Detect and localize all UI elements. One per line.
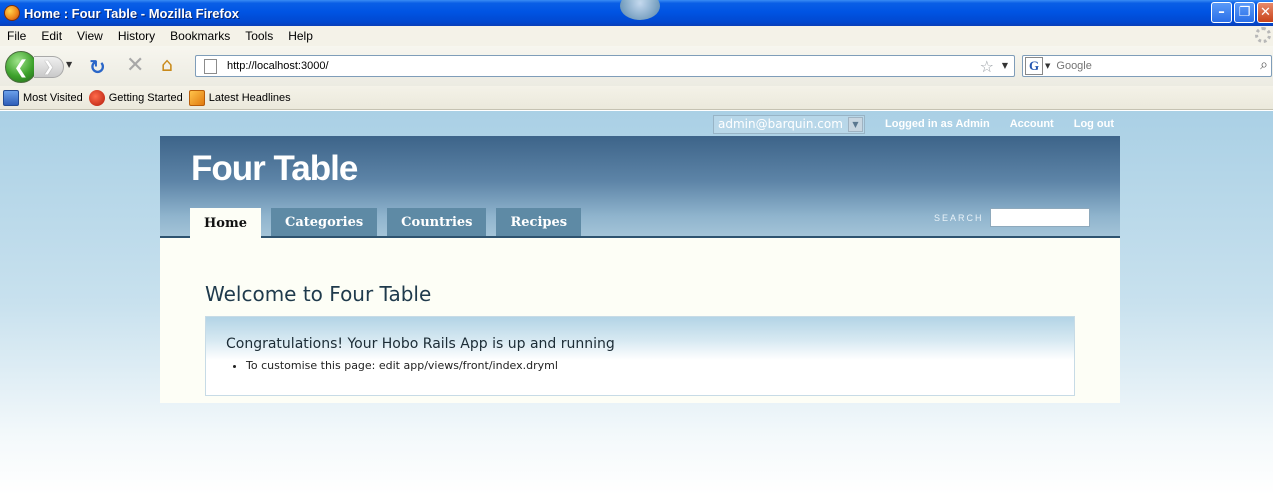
menu-bookmarks[interactable]: Bookmarks [163, 29, 238, 43]
browser-search-bar: G ▼ ⌕ [1022, 55, 1272, 77]
menu-view[interactable]: View [70, 29, 111, 43]
menu-tools[interactable]: Tools [238, 29, 281, 43]
url-dropdown-icon[interactable]: ▼ [1002, 61, 1008, 70]
window-title: Home : Four Table - Mozilla Firefox [24, 5, 239, 21]
close-button[interactable]: ✕ [1257, 2, 1273, 23]
welcome-panel: Congratulations! Your Hobo Rails App is … [205, 316, 1075, 396]
glass-orb-decoration [620, 0, 660, 20]
engine-dropdown-icon[interactable]: ▼ [1045, 62, 1050, 70]
rss-feed-icon [188, 89, 205, 106]
firefox-icon [4, 5, 20, 21]
url-text[interactable]: http://localhost:3000/ [227, 60, 329, 72]
home-icon[interactable]: ⌂ [161, 54, 173, 76]
logout-link[interactable]: Log out [1074, 118, 1114, 130]
getting-started-icon [88, 89, 105, 106]
bookmarks-toolbar: Most Visited Getting Started Latest Head… [0, 86, 1273, 110]
main-content: Welcome to Four Table Congratulations! Y… [160, 238, 1120, 403]
bookmark-label: Most Visited [23, 91, 83, 104]
user-select[interactable]: admin@barquin.com ▼ [713, 114, 865, 134]
select-arrow-icon[interactable]: ▼ [848, 116, 863, 132]
site-search-input[interactable] [990, 208, 1090, 227]
tab-categories[interactable]: Categories [270, 208, 378, 236]
site-search-label: SEARCH [934, 213, 984, 223]
throbber-icon [1255, 27, 1271, 43]
bookmark-label: Getting Started [108, 91, 183, 104]
history-dropdown-icon[interactable]: ▼ [66, 60, 72, 69]
tab-recipes[interactable]: Recipes [496, 208, 582, 236]
panel-list: To customise this page: edit app/views/f… [246, 359, 558, 372]
page-title: Welcome to Four Table [205, 282, 432, 306]
app-name[interactable]: Four Table [191, 149, 358, 189]
url-bar[interactable]: http://localhost:3000/ ☆ ▼ [195, 55, 1015, 77]
main-nav: Home Categories Countries Recipes [190, 208, 591, 238]
reload-icon[interactable]: ↻ [89, 55, 106, 79]
bookmark-getting-started[interactable]: Getting Started [88, 89, 183, 106]
account-link[interactable]: Account [1010, 118, 1054, 130]
forward-arrow-icon: ❯ [42, 59, 55, 75]
tab-countries[interactable]: Countries [387, 208, 487, 236]
page-header: Four Table Home Categories Countries Rec… [160, 136, 1120, 238]
navigation-toolbar: ❮ ❯ ▼ ↻ ✕ ⌂ http://localhost:3000/ ☆ ▼ G… [0, 46, 1273, 86]
bookmark-star-icon[interactable]: ☆ [980, 57, 994, 76]
minimize-button[interactable]: – [1211, 2, 1232, 23]
menu-help[interactable]: Help [281, 29, 321, 43]
page-icon [204, 58, 217, 74]
tab-home[interactable]: Home [190, 208, 261, 238]
bookmark-label: Latest Headlines [208, 91, 291, 104]
forward-button[interactable]: ❯ [34, 56, 64, 78]
logged-in-as: Logged in as Admin [885, 118, 990, 130]
google-engine-icon[interactable]: G [1025, 57, 1043, 75]
back-button[interactable]: ❮ [5, 51, 37, 83]
bookmark-most-visited[interactable]: Most Visited [3, 89, 83, 106]
account-nav: admin@barquin.com ▼ Logged in as Admin A… [713, 114, 1114, 134]
stop-icon[interactable]: ✕ [126, 53, 144, 78]
maximize-button[interactable]: ❐ [1234, 2, 1255, 23]
user-select-value: admin@barquin.com [718, 117, 843, 131]
menu-bar: File Edit View History Bookmarks Tools H… [0, 26, 1273, 46]
most-visited-icon [3, 89, 19, 106]
list-item: To customise this page: edit app/views/f… [246, 359, 558, 372]
menu-file[interactable]: File [0, 29, 34, 43]
panel-heading: Congratulations! Your Hobo Rails App is … [226, 336, 615, 352]
back-arrow-icon: ❮ [13, 56, 29, 78]
search-icon[interactable]: ⌕ [1260, 57, 1268, 73]
menu-history[interactable]: History [111, 29, 163, 43]
page-viewport: admin@barquin.com ▼ Logged in as Admin A… [0, 111, 1273, 495]
browser-search-input[interactable] [1056, 60, 1247, 72]
window-title-bar: Home : Four Table - Mozilla Firefox – ❐ … [0, 0, 1273, 26]
bookmark-latest-headlines[interactable]: Latest Headlines [188, 89, 291, 106]
menu-edit[interactable]: Edit [34, 29, 70, 43]
